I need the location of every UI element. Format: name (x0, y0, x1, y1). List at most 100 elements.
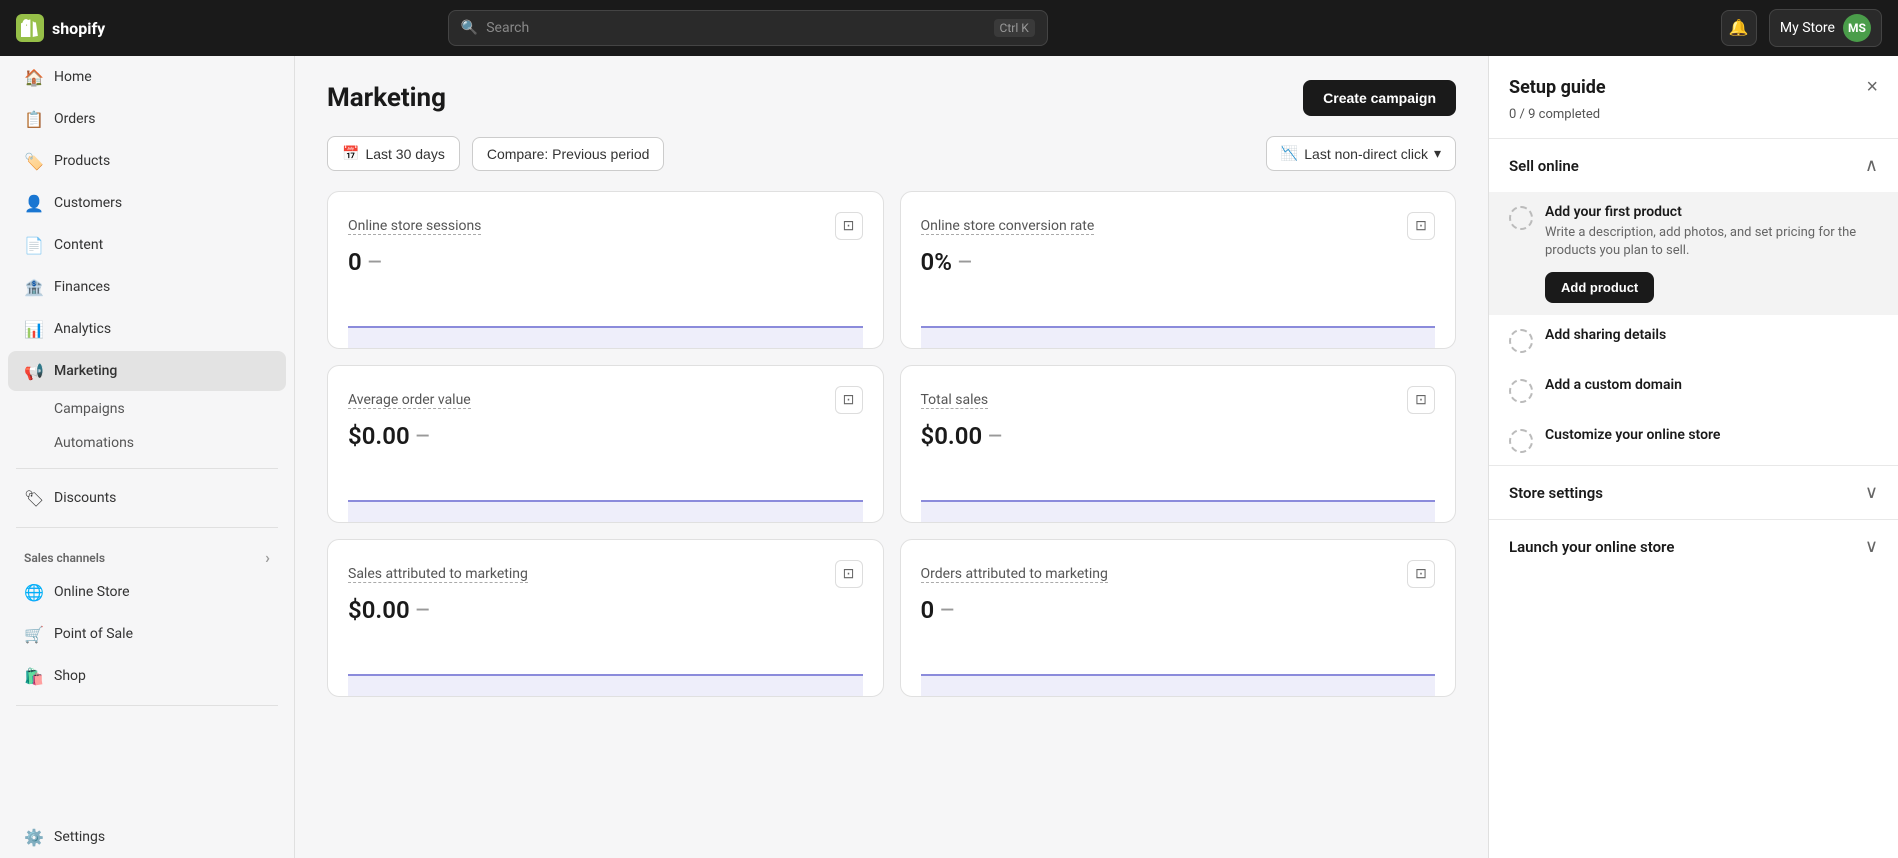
orders-icon: 📋 (24, 109, 44, 129)
setup-guide-close-button[interactable]: × (1866, 76, 1878, 99)
logo-text: shopify (52, 19, 105, 38)
sidebar-item-content-label: Content (54, 237, 103, 253)
sales-channels-expand-icon[interactable]: › (265, 548, 270, 567)
sidebar: 🏠 Home 📋 Orders 🏷️ Products 👤 Customers … (0, 56, 295, 858)
search-shortcut: Ctrl K (994, 19, 1035, 37)
attribution-label: Last non-direct click (1304, 146, 1428, 162)
page-title: Marketing (327, 83, 446, 113)
chart-fill (348, 328, 863, 348)
compare-filter[interactable]: Compare: Previous period (472, 137, 665, 171)
metric-avg-order-dash: — (416, 426, 430, 447)
metric-card-avg-order: Average order value ⊡ $0.00 — (327, 365, 884, 523)
setup-item-add-sharing-details[interactable]: Add sharing details (1489, 315, 1898, 365)
setup-item-customize-online-store[interactable]: Customize your online store (1489, 415, 1898, 465)
sidebar-item-automations[interactable]: Automations (8, 427, 286, 459)
metric-avg-order-value: $0.00 — (348, 422, 863, 450)
add-sharing-details-icon (1509, 329, 1533, 353)
metric-sessions-value: 0 — (348, 248, 863, 276)
search-bar[interactable]: 🔍 Search Ctrl K (448, 10, 1048, 46)
launch-online-store-chevron-icon: ∨ (1865, 536, 1878, 557)
metric-avg-order-icon[interactable]: ⊡ (835, 386, 863, 414)
add-sharing-details-content: Add sharing details (1545, 327, 1878, 347)
setup-section-store-settings-header[interactable]: Store settings ∨ (1489, 466, 1898, 519)
metric-sessions-icon[interactable]: ⊡ (835, 212, 863, 240)
add-first-product-icon (1509, 206, 1533, 230)
metric-sales-marketing-label: Sales attributed to marketing (348, 566, 528, 583)
sidebar-item-shop-label: Shop (54, 668, 86, 684)
sidebar-item-discounts[interactable]: 🏷 Discounts (8, 478, 286, 518)
sidebar-item-settings[interactable]: ⚙️ Settings (8, 817, 286, 857)
attribution-filter[interactable]: 📉 Last non-direct click ▾ (1266, 136, 1456, 171)
metric-sales-marketing-chart (348, 636, 863, 696)
logo[interactable]: shopify (16, 14, 105, 42)
sidebar-item-campaigns[interactable]: Campaigns (8, 393, 286, 425)
customize-online-store-content: Customize your online store (1545, 427, 1878, 447)
sidebar-item-marketing[interactable]: 📢 Marketing (8, 351, 286, 391)
metric-total-sales-label: Total sales (921, 392, 989, 409)
metric-orders-marketing-chart (921, 636, 1436, 696)
metric-sales-marketing-dash: — (416, 600, 430, 621)
notifications-button[interactable]: 🔔 (1721, 10, 1757, 46)
shop-icon: 🛍️ (24, 666, 44, 686)
chart-icon: 📉 (1281, 145, 1298, 162)
add-sharing-details-title: Add sharing details (1545, 327, 1878, 343)
metric-card-sales-marketing-header: Sales attributed to marketing ⊡ (348, 560, 863, 588)
add-custom-domain-icon (1509, 379, 1533, 403)
sidebar-item-products[interactable]: 🏷️ Products (8, 141, 286, 181)
page-header: Marketing Create campaign (327, 80, 1456, 116)
finances-icon: 🏦 (24, 277, 44, 297)
chart-fill-4 (921, 502, 1436, 522)
metric-conversion-icon[interactable]: ⊡ (1407, 212, 1435, 240)
sidebar-item-home[interactable]: 🏠 Home (8, 57, 286, 97)
sidebar-item-settings-label: Settings (54, 829, 105, 845)
sidebar-item-online-store[interactable]: 🌐 Online Store (8, 572, 286, 612)
automations-label: Automations (54, 435, 134, 451)
point-of-sale-icon: 🛒 (24, 624, 44, 644)
metric-conversion-value: 0% — (921, 248, 1436, 276)
shopify-logo-icon (16, 14, 44, 42)
metric-card-conversion: Online store conversion rate ⊡ 0% — (900, 191, 1457, 349)
metric-conversion-label: Online store conversion rate (921, 218, 1095, 235)
create-campaign-button[interactable]: Create campaign (1303, 80, 1456, 116)
metric-sales-marketing-icon[interactable]: ⊡ (835, 560, 863, 588)
sidebar-divider-1 (16, 468, 278, 469)
setup-section-launch-online-store-header[interactable]: Launch your online store ∨ (1489, 520, 1898, 573)
home-icon: 🏠 (24, 67, 44, 87)
metric-card-sales-marketing: Sales attributed to marketing ⊡ $0.00 — (327, 539, 884, 697)
sell-online-chevron-icon: ∧ (1865, 155, 1878, 176)
date-range-filter[interactable]: 📅 Last 30 days (327, 136, 460, 171)
store-selector[interactable]: My Store MS (1769, 9, 1882, 47)
sidebar-item-point-of-sale[interactable]: 🛒 Point of Sale (8, 614, 286, 654)
sidebar-item-customers[interactable]: 👤 Customers (8, 183, 286, 223)
metric-total-sales-icon[interactable]: ⊡ (1407, 386, 1435, 414)
store-settings-chevron-icon: ∨ (1865, 482, 1878, 503)
setup-section-sell-online-header[interactable]: Sell online ∧ (1489, 139, 1898, 192)
marketing-icon: 📢 (24, 361, 44, 381)
sidebar-item-analytics[interactable]: 📊 Analytics (8, 309, 286, 349)
store-name: My Store (1780, 20, 1835, 36)
chart-fill-5 (348, 676, 863, 696)
sidebar-divider-3 (16, 705, 278, 706)
sidebar-item-finances[interactable]: 🏦 Finances (8, 267, 286, 307)
metric-card-total-sales-header: Total sales ⊡ (921, 386, 1436, 414)
setup-item-add-custom-domain[interactable]: Add a custom domain (1489, 365, 1898, 415)
setup-section-sell-online-title: Sell online (1509, 157, 1579, 175)
sidebar-item-shop[interactable]: 🛍️ Shop (8, 656, 286, 696)
metric-card-avg-order-header: Average order value ⊡ (348, 386, 863, 414)
add-product-button[interactable]: Add product (1545, 272, 1654, 303)
metrics-grid: Online store sessions ⊡ 0 — Online store… (327, 191, 1456, 697)
online-store-icon: 🌐 (24, 582, 44, 602)
setup-item-add-first-product[interactable]: Add your first product Write a descripti… (1489, 192, 1898, 315)
chevron-down-icon: ▾ (1434, 145, 1441, 162)
metric-conversion-dash: — (958, 252, 972, 273)
setup-section-sell-online: Sell online ∧ Add your first product Wri… (1489, 138, 1898, 465)
content-icon: 📄 (24, 235, 44, 255)
metric-avg-order-chart (348, 462, 863, 522)
sidebar-item-online-store-label: Online Store (54, 584, 130, 600)
sidebar-item-content[interactable]: 📄 Content (8, 225, 286, 265)
sidebar-item-orders[interactable]: 📋 Orders (8, 99, 286, 139)
metric-orders-marketing-icon[interactable]: ⊡ (1407, 560, 1435, 588)
sidebar-divider-2 (16, 527, 278, 528)
discounts-icon: 🏷 (24, 488, 44, 508)
settings-icon: ⚙️ (24, 827, 44, 847)
